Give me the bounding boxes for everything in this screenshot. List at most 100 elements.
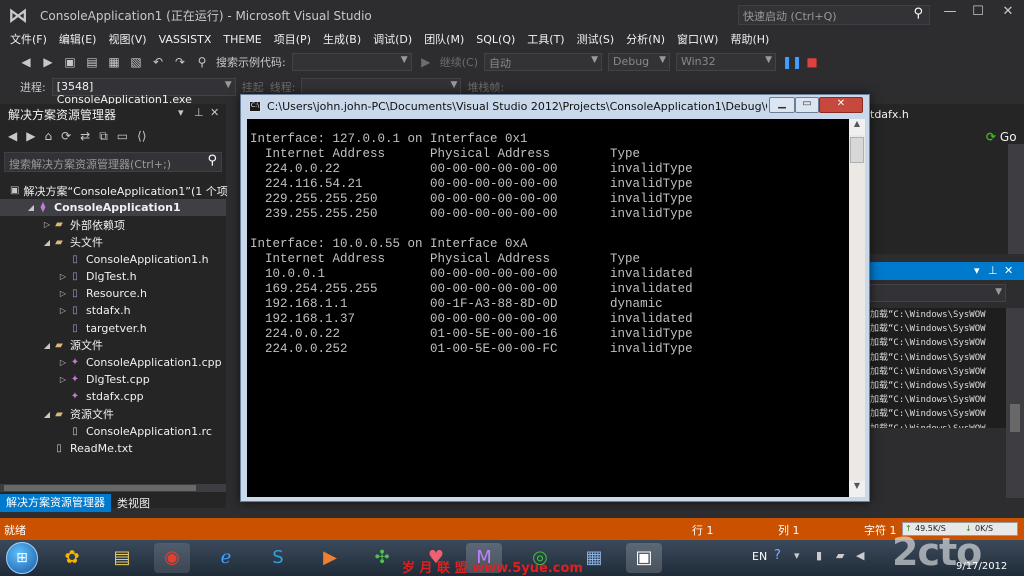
auto-select[interactable]: 自动 ▼: [483, 53, 602, 71]
forward-icon[interactable]: ▶: [40, 55, 56, 69]
expand-toggle-icon[interactable]: ▷: [58, 358, 68, 367]
expand-toggle-icon[interactable]: ▷: [58, 375, 68, 384]
scrollbar-thumb[interactable]: [1010, 404, 1020, 432]
continue-button[interactable]: 继续(C): [440, 54, 478, 70]
platform-select[interactable]: Win32 ▼: [675, 53, 776, 71]
expand-toggle-icon[interactable]: ◢: [42, 341, 52, 350]
expand-toggle-icon[interactable]: ◢: [42, 410, 52, 419]
console-minimize-button[interactable]: ▁: [769, 97, 795, 113]
tree-item[interactable]: ▯ ConsoleApplication1.rc: [0, 423, 226, 440]
expand-toggle-icon[interactable]: ◢: [26, 203, 36, 212]
menu-window[interactable]: 窗口(W): [671, 31, 724, 47]
tree-item[interactable]: ▷ ▰ 外部依赖项: [0, 216, 226, 233]
tree-item[interactable]: ▣ 解决方案“ConsoleApplication1”(1 个项: [0, 182, 228, 199]
file-explorer-icon[interactable]: ▤: [104, 543, 140, 573]
open-folder-icon[interactable]: ▤: [84, 55, 100, 69]
output-scrollbar[interactable]: [1006, 308, 1024, 498]
tree-item[interactable]: ▯ ConsoleApplication1.h: [0, 251, 226, 268]
tree-item[interactable]: ◢ ▰ 头文件: [0, 234, 226, 251]
new-project-icon[interactable]: ▣: [62, 55, 78, 69]
configuration-select[interactable]: Debug ▼: [607, 53, 670, 71]
menu-analyze[interactable]: 分析(N): [620, 31, 671, 47]
menu-theme[interactable]: THEME: [217, 33, 267, 46]
tree-item[interactable]: ▷ ▯ Resource.h: [0, 285, 226, 302]
tree-item[interactable]: ◢ ⧫ ConsoleApplication1: [0, 199, 226, 217]
tree-item[interactable]: ▷ ▯ stdafx.h: [0, 302, 226, 319]
expand-toggle-icon[interactable]: ▷: [42, 220, 52, 229]
menu-help[interactable]: 帮助(H): [724, 31, 775, 47]
collapse-all-icon[interactable]: ⧉: [99, 129, 108, 144]
pin-icon[interactable]: ⊥: [988, 264, 998, 277]
media-player-icon[interactable]: ▶: [312, 543, 348, 573]
tree-item[interactable]: ▯ targetver.h: [0, 320, 226, 337]
save-all-icon[interactable]: ▧: [128, 55, 144, 69]
sogou-icon[interactable]: S: [260, 543, 296, 573]
view-code-icon[interactable]: ⟨⟩: [137, 129, 146, 143]
help-icon[interactable]: ?: [774, 548, 781, 563]
menu-project[interactable]: 项目(P): [268, 31, 317, 47]
menu-team[interactable]: 团队(M): [418, 31, 470, 47]
play-icon[interactable]: ▶: [418, 55, 434, 69]
security-tray-icon[interactable]: ▰: [836, 549, 844, 562]
expand-toggle-icon[interactable]: ▷: [58, 289, 68, 298]
minimize-button[interactable]: —: [936, 4, 964, 24]
console-scrollbar[interactable]: ▲ ▼: [849, 119, 865, 497]
scrollbar-thumb[interactable]: [850, 137, 864, 163]
tab-class-view[interactable]: 类视图: [111, 495, 156, 511]
menu-tools[interactable]: 工具(T): [521, 31, 570, 47]
volume-icon[interactable]: ◀: [856, 549, 864, 562]
back-icon[interactable]: ◀: [8, 129, 17, 143]
menu-sql[interactable]: SQL(Q): [470, 33, 521, 46]
solution-explorer-scrollbar[interactable]: [0, 484, 226, 492]
close-icon[interactable]: ✕: [1004, 264, 1013, 277]
sync-icon[interactable]: ⟳: [61, 129, 71, 143]
menu-debug[interactable]: 调试(D): [367, 31, 418, 47]
stop-icon[interactable]: ■: [804, 55, 820, 69]
menu-build[interactable]: 生成(B): [317, 31, 367, 47]
close-icon[interactable]: ✕: [210, 106, 219, 119]
menu-file[interactable]: 文件(F): [4, 31, 53, 47]
chevron-down-icon[interactable]: ▾: [178, 106, 184, 119]
language-indicator[interactable]: EN: [752, 550, 767, 563]
expand-toggle-icon[interactable]: ▷: [58, 306, 68, 315]
tree-item[interactable]: ▷ ✦ ConsoleApplication1.cpp: [0, 354, 226, 371]
quick-launch-input[interactable]: 快速启动 (Ctrl+Q) ⚲: [738, 5, 930, 25]
maximize-button[interactable]: ☐: [964, 4, 992, 24]
back-icon[interactable]: ◀: [18, 55, 34, 69]
tree-item[interactable]: ▯ ReadMe.txt: [0, 440, 226, 457]
pinwheel-app-icon[interactable]: ✣: [364, 543, 400, 573]
tray-date[interactable]: 9/17/2012: [956, 561, 1007, 572]
menu-vassistx[interactable]: VASSISTX: [153, 33, 218, 46]
console-title-bar[interactable]: C:\ C:\Users\john.john-PC\Documents\Visu…: [241, 95, 869, 119]
tab-stdafx-h[interactable]: tdafx.h: [870, 108, 909, 121]
output-source-select[interactable]: ▼: [868, 284, 1006, 302]
go-button[interactable]: ⟳ Go: [986, 130, 1017, 144]
solution-explorer-search-input[interactable]: 搜索解决方案资源管理器(Ctrl+;) ⚲: [4, 152, 222, 172]
expand-toggle-icon[interactable]: ▷: [58, 272, 68, 281]
refresh-icon[interactable]: ⇄: [80, 129, 90, 143]
find-icon[interactable]: ⚲: [194, 55, 210, 69]
vertical-scrollbar[interactable]: [1008, 144, 1024, 254]
internet-explorer-icon[interactable]: ℯ: [208, 543, 244, 573]
home-icon[interactable]: ⌂: [44, 129, 52, 143]
pause-icon[interactable]: ❚❚: [782, 55, 802, 69]
tree-item[interactable]: ◢ ▰ 源文件: [0, 337, 226, 354]
scrollbar-thumb[interactable]: [4, 485, 196, 491]
menu-edit[interactable]: 编辑(E): [53, 31, 103, 47]
media-app-icon[interactable]: ✿: [54, 543, 90, 573]
chrome-icon[interactable]: ◉: [154, 543, 190, 573]
expand-toggle-icon[interactable]: ◢: [42, 238, 52, 247]
console-window[interactable]: C:\ C:\Users\john.john-PC\Documents\Visu…: [240, 94, 870, 502]
network-tray-icon[interactable]: ▮: [816, 549, 822, 562]
tab-solution-explorer[interactable]: 解决方案资源管理器: [0, 494, 111, 512]
pin-icon[interactable]: ⊥: [194, 106, 204, 119]
tray-arrow-icon[interactable]: ▾: [794, 549, 800, 562]
tree-item[interactable]: ▷ ✦ DlgTest.cpp: [0, 371, 226, 388]
properties-icon[interactable]: ▭: [117, 129, 128, 143]
start-button[interactable]: ⊞: [6, 542, 38, 574]
scroll-down-icon[interactable]: ▼: [849, 481, 865, 497]
console-maximize-button[interactable]: ▭: [795, 97, 819, 113]
search-sample-input[interactable]: ▼: [291, 53, 412, 71]
close-button[interactable]: ✕: [994, 4, 1022, 24]
console-taskbar-icon[interactable]: ▣: [626, 543, 662, 573]
